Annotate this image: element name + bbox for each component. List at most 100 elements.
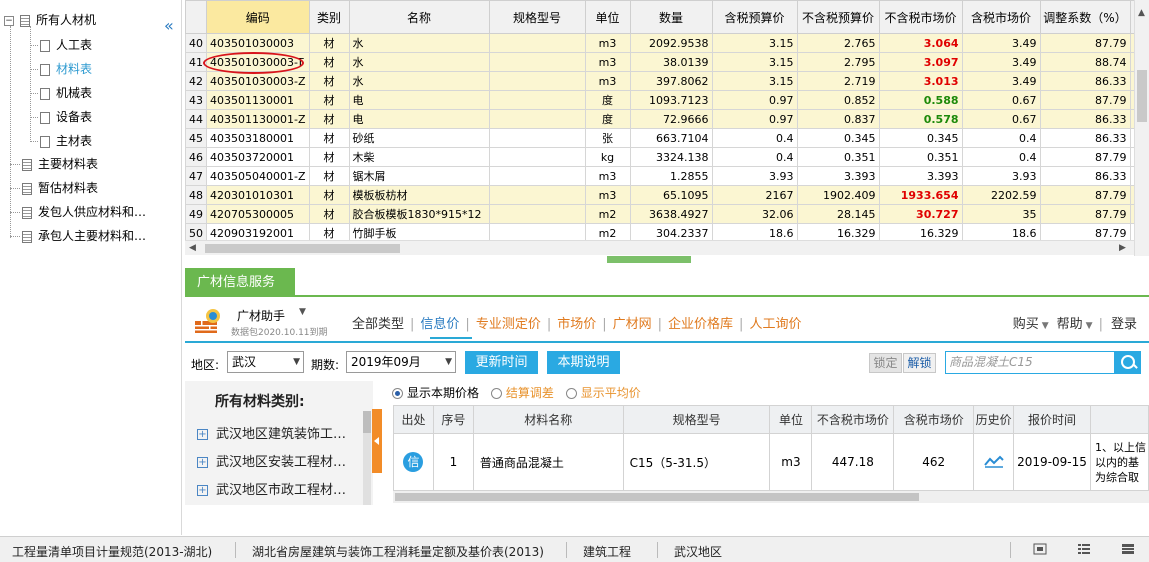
scroll-left-icon[interactable]: ◀	[189, 243, 196, 253]
category-item[interactable]: + 武汉地区建筑装饰工…	[197, 423, 346, 442]
price-col-spec[interactable]: 规格型号	[622, 405, 771, 434]
nav-labor-inquiry[interactable]: 人工询价	[749, 317, 801, 332]
nav-all-types[interactable]: 全部类型	[352, 317, 404, 332]
scroll-thumb[interactable]	[205, 244, 400, 253]
cell-tax-market[interactable]: 0.4	[961, 128, 1041, 148]
cell-code[interactable]: 403501130001-Z	[206, 109, 310, 129]
cell-tax-market[interactable]: 0.4	[961, 147, 1041, 167]
cell-tax-budget[interactable]: 0.4	[711, 147, 798, 167]
row-number[interactable]: 49	[185, 204, 207, 224]
cell-notax-market[interactable]: 3.064	[878, 33, 963, 53]
cell-category[interactable]: 材	[308, 128, 350, 148]
row-number[interactable]: 46	[185, 147, 207, 167]
table-row[interactable]: 46 403503720001 材木柴 kg 3324.138 0.4 0.351 0.351…	[185, 147, 1138, 167]
price-col-history[interactable]: 历史价	[973, 405, 1015, 434]
scroll-thumb[interactable]	[363, 411, 371, 433]
cell-qty[interactable]: 3638.4927	[629, 204, 713, 224]
trend-chart-icon[interactable]	[983, 454, 1004, 468]
price-col-note[interactable]	[1090, 405, 1149, 434]
price-col-notax[interactable]: 不含税市场价	[811, 405, 895, 434]
expand-icon[interactable]: +	[197, 485, 208, 496]
chevron-down-icon[interactable]: ▼	[445, 352, 452, 372]
category-item[interactable]: + 武汉地区安装工程材…	[197, 451, 346, 470]
cell-notax-budget[interactable]: 28.145	[796, 204, 880, 224]
cell-code[interactable]: 403503180001	[206, 128, 310, 148]
cell-name[interactable]: 水	[348, 71, 490, 91]
cell-unit[interactable]: m3	[584, 33, 631, 53]
tree-item-equipment[interactable]: 设备表	[40, 107, 92, 127]
price-col-tax[interactable]: 含税市场价	[893, 405, 975, 434]
cell-name[interactable]: 锯木屑	[348, 166, 490, 186]
cell-tax-market[interactable]: 3.49	[961, 52, 1041, 72]
price-col-unit[interactable]: 单位	[769, 405, 813, 434]
material-search-input[interactable]: 商品混凝土C15	[945, 351, 1115, 374]
cell-unit[interactable]: kg	[584, 147, 631, 167]
cell-notax-budget[interactable]: 2.765	[796, 33, 880, 53]
cell-notax-budget[interactable]: 0.351	[796, 147, 880, 167]
cell-adjust[interactable]: 86.33	[1039, 128, 1131, 148]
cell-tax-market[interactable]: 2202.59	[961, 185, 1041, 205]
cell-adjust[interactable]: 87.79	[1039, 90, 1131, 110]
price-col-no[interactable]: 序号	[432, 405, 474, 434]
cell-unit[interactable]: m3	[584, 52, 631, 72]
table-row[interactable]: 41 403501030003-T 材水 m3 38.0139 3.15 2.795 3.09…	[185, 52, 1138, 72]
col-header-notax-market[interactable]: 不含税市场价	[878, 0, 963, 34]
cell-qty[interactable]: 38.0139	[629, 52, 713, 72]
chevron-down-icon[interactable]: ▼	[293, 352, 300, 372]
cell-spec[interactable]	[488, 147, 586, 167]
tree-item-key-materials[interactable]: 主要材料表	[22, 154, 98, 174]
cell-spec[interactable]	[488, 71, 586, 91]
cell-notax-market[interactable]: 0.351	[878, 147, 963, 167]
expand-icon[interactable]: +	[197, 457, 208, 468]
table-row[interactable]: 42 403501030003-Z 材水 m3 397.8062 3.15 2.719 3.0…	[185, 71, 1138, 91]
detail-view-icon[interactable]	[1121, 543, 1135, 555]
search-icon[interactable]	[1115, 351, 1141, 374]
tab-info-service[interactable]: 广材信息服务	[185, 268, 295, 297]
cell-qty[interactable]: 3324.138	[629, 147, 713, 167]
grid-vertical-scrollbar[interactable]: ▲	[1134, 0, 1149, 256]
row-number[interactable]: 40	[185, 33, 207, 53]
period-note-button[interactable]: 本期说明	[547, 351, 620, 374]
tree-item-labor[interactable]: 人工表	[40, 35, 92, 55]
cell-tax-market[interactable]: 3.93	[961, 166, 1041, 186]
tree-item-contractor-main[interactable]: 承包人主要材料和…	[22, 226, 146, 246]
brand-label[interactable]: 广材助手	[237, 307, 285, 324]
cell-category[interactable]: 材	[308, 71, 350, 91]
update-time-button[interactable]: 更新时间	[465, 351, 538, 374]
cell-notax-budget[interactable]: 3.393	[796, 166, 880, 186]
cell-name[interactable]: 水	[348, 52, 490, 72]
cell-spec[interactable]	[488, 33, 586, 53]
cell-code[interactable]: 403505040001-Z	[206, 166, 310, 186]
tree-item-materials[interactable]: 材料表	[40, 59, 92, 79]
cell-adjust[interactable]: 86.33	[1039, 109, 1131, 129]
col-header-tax-budget[interactable]: 含税预算价	[711, 0, 798, 34]
cell-notax-market[interactable]: 30.727	[878, 204, 963, 224]
cell-category[interactable]: 材	[308, 33, 350, 53]
cell-qty[interactable]: 663.7104	[629, 128, 713, 148]
cell-code[interactable]: 403503720001	[206, 147, 310, 167]
grid-horizontal-scrollbar[interactable]: ◀ ▶	[185, 240, 1134, 255]
cell-notax-market[interactable]: 0.588	[878, 90, 963, 110]
cell-name[interactable]: 砂纸	[348, 128, 490, 148]
col-header-code[interactable]: 编码	[206, 0, 310, 34]
cell-tax-budget[interactable]: 3.15	[711, 33, 798, 53]
cell-code[interactable]: 420301010301	[206, 185, 310, 205]
cell-name[interactable]: 胶合板模板1830*915*12	[348, 204, 490, 224]
radio-settlement-adjust[interactable]	[490, 388, 502, 399]
nav-info-price[interactable]: 信息价	[420, 317, 459, 332]
cell-name[interactable]: 水	[348, 33, 490, 53]
cell-qty[interactable]: 1093.7123	[629, 90, 713, 110]
cell-tax-budget[interactable]: 3.93	[711, 166, 798, 186]
cell-notax-budget[interactable]: 0.837	[796, 109, 880, 129]
cell-adjust[interactable]: 87.79	[1039, 185, 1131, 205]
col-header-name[interactable]: 名称	[348, 0, 490, 34]
cell-notax-budget[interactable]: 0.345	[796, 128, 880, 148]
region-select[interactable]: 武汉 ▼	[227, 351, 304, 373]
cell-tax-market[interactable]: 3.49	[961, 33, 1041, 53]
cell-unit[interactable]: 张	[584, 128, 631, 148]
tree-item-main-materials[interactable]: 主材表	[40, 131, 92, 151]
cell-adjust[interactable]: 86.33	[1039, 166, 1131, 186]
cell-qty[interactable]: 1.2855	[629, 166, 713, 186]
cell-category[interactable]: 材	[308, 185, 350, 205]
cell-category[interactable]: 材	[308, 204, 350, 224]
